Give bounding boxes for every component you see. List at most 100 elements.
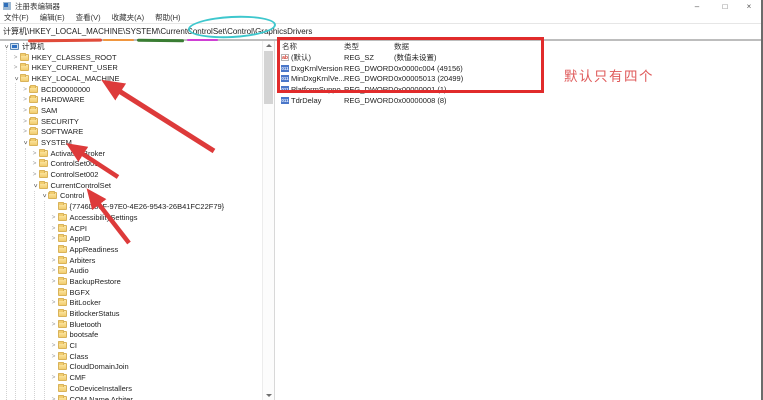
menu-item-0[interactable]: 文件(F) <box>4 12 29 23</box>
tree-item-control[interactable]: >Control <box>0 191 262 202</box>
tree-item-class[interactable]: >Class <box>0 351 262 362</box>
menu-item-3[interactable]: 收藏夹(A) <box>112 12 145 23</box>
menu-item-1[interactable]: 编辑(E) <box>40 12 65 23</box>
dword-value-icon: 011 <box>281 97 289 104</box>
chevron-right-icon[interactable]: > <box>50 214 58 221</box>
folder-icon <box>39 150 48 157</box>
tree-item-controlset001[interactable]: >ControlSet001 <box>0 159 262 170</box>
chevron-down-icon[interactable]: > <box>31 181 38 189</box>
chevron-right-icon[interactable]: > <box>50 396 58 400</box>
chevron-right-icon[interactable]: > <box>31 171 39 178</box>
tree-item-arbiters[interactable]: >Arbiters <box>0 255 262 266</box>
tree-item-system[interactable]: >SYSTEM <box>0 137 262 148</box>
value-name: TdrDelay <box>291 96 321 105</box>
value-row-item-0[interactable]: ab(默认)REG_SZ(数值未设置) <box>275 52 761 63</box>
tree-item-bcd00000000[interactable]: >BCD00000000 <box>0 84 262 95</box>
tree-item-bitlockerstatus[interactable]: >BitlockerStatus <box>0 308 262 319</box>
tree-item-controlset002[interactable]: >ControlSet002 <box>0 169 262 180</box>
chevron-right-icon[interactable]: > <box>50 374 58 381</box>
scroll-down-icon[interactable] <box>263 391 274 400</box>
tree-item-7746d80f-97e0-4e26-9543-26b41fc22f79[interactable]: >{7746D80F-97E0-4E26-9543-26B41FC22F79} <box>0 201 262 212</box>
scroll-up-icon[interactable] <box>263 41 274 50</box>
chevron-down-icon[interactable]: > <box>22 139 29 147</box>
tree-item-bluetooth[interactable]: >Bluetooth <box>0 319 262 330</box>
value-name: MinDxgKrnlVe... <box>291 74 344 83</box>
chevron-down-icon[interactable]: > <box>3 42 10 50</box>
tree-item-item-0[interactable]: >计算机 <box>0 41 262 52</box>
tree-item-codeviceinstallers[interactable]: >CoDeviceInstallers <box>0 383 262 394</box>
folder-icon <box>29 128 38 135</box>
folder-icon <box>29 96 38 103</box>
value-name-cell: ab(默认) <box>275 52 344 63</box>
chevron-right-icon[interactable]: > <box>50 257 58 264</box>
tree-item-currentcontrolset[interactable]: > CurrentControlSet <box>0 180 262 191</box>
tree-item-bootsafe[interactable]: >bootsafe <box>0 330 262 341</box>
tree-item-bgfx[interactable]: >BGFX <box>0 287 262 298</box>
folder-icon <box>58 374 67 381</box>
tree-item-label: CurrentControlSet <box>51 181 111 190</box>
tree-item-activationbroker[interactable]: >ActivationBroker <box>0 148 262 159</box>
minimize-button[interactable]: – <box>692 1 702 12</box>
value-row-mindxgkrnlve[interactable]: 011MinDxgKrnlVe...REG_DWORD0x00005013 (2… <box>275 73 761 84</box>
value-row-dxgkrnlversion[interactable]: 011DxgKrnlVersionREG_DWORD0x0000c004 (49… <box>275 63 761 74</box>
chevron-right-icon[interactable]: > <box>21 128 29 135</box>
address-path[interactable]: 计算机\HKEY_LOCAL_MACHINE\SYSTEM\CurrentCon… <box>3 26 312 37</box>
tree-item-cmf[interactable]: > CMF <box>0 372 262 383</box>
tree-item-clouddomainjoin[interactable]: >CloudDomainJoin <box>0 362 262 373</box>
tree-item-backuprestore[interactable]: >BackupRestore <box>0 276 262 287</box>
chevron-right-icon[interactable]: > <box>31 150 39 157</box>
tree-guide-line <box>6 49 7 400</box>
tree-item-bitlocker[interactable]: >BitLocker <box>0 298 262 309</box>
chevron-down-icon[interactable]: > <box>41 192 48 200</box>
chevron-down-icon[interactable]: > <box>12 74 19 82</box>
chevron-right-icon[interactable]: > <box>50 267 58 274</box>
dword-value-icon: 011 <box>281 75 289 82</box>
column-header-name[interactable]: 名称 <box>275 41 344 52</box>
maximize-button[interactable]: □ <box>720 1 730 12</box>
chevron-right-icon[interactable]: > <box>12 54 20 61</box>
tree-item-security[interactable]: >SECURITY <box>0 116 262 127</box>
dword-value-icon: 011 <box>281 65 289 72</box>
tree-item-label: AppReadiness <box>70 245 119 254</box>
chevron-right-icon[interactable]: > <box>12 64 20 71</box>
chevron-right-icon[interactable]: > <box>21 107 29 114</box>
chevron-right-icon[interactable]: > <box>31 160 39 167</box>
tree-scrollbar[interactable] <box>262 41 275 400</box>
chevron-right-icon[interactable]: > <box>50 278 58 285</box>
chevron-right-icon[interactable]: > <box>50 353 58 360</box>
chevron-right-icon[interactable]: > <box>21 118 29 125</box>
menu-item-4[interactable]: 帮助(H) <box>155 12 180 23</box>
tree-item-hardware[interactable]: >HARDWARE <box>0 94 262 105</box>
close-button[interactable]: × <box>744 1 754 12</box>
tree-item-appid[interactable]: >AppID <box>0 233 262 244</box>
tree-item-software[interactable]: >SOFTWARE <box>0 127 262 138</box>
tree-item-acpi[interactable]: >ACPI <box>0 223 262 234</box>
folder-icon <box>39 160 48 167</box>
chevron-right-icon[interactable]: > <box>50 321 58 328</box>
tree-item-appreadiness[interactable]: >AppReadiness <box>0 244 262 255</box>
tree-item-label: CMF <box>70 373 86 382</box>
tree-item-sam[interactable]: >SAM <box>0 105 262 116</box>
chevron-right-icon[interactable]: > <box>50 235 58 242</box>
tree-item-label: AccessibilitySettings <box>70 213 138 222</box>
tree-item-accessibilitysettings[interactable]: > AccessibilitySettings <box>0 212 262 223</box>
tree-item-hkey-classes-root[interactable]: >HKEY_CLASSES_ROOT <box>0 52 262 63</box>
chevron-right-icon[interactable]: > <box>50 225 58 232</box>
tree-item-audio[interactable]: >Audio <box>0 265 262 276</box>
chevron-right-icon[interactable]: > <box>50 342 58 349</box>
tree-item-ci[interactable]: >CI <box>0 340 262 351</box>
column-header-data[interactable]: 数据 <box>394 41 761 52</box>
column-header-type[interactable]: 类型 <box>344 41 394 52</box>
tree-item-hkey-local-machine[interactable]: >HKEY_LOCAL_MACHINE <box>0 73 262 84</box>
tree-item-hkey-current-user[interactable]: >HKEY_CURRENT_USER <box>0 62 262 73</box>
menu-item-2[interactable]: 查看(V) <box>76 12 101 23</box>
address-bar[interactable]: 计算机\HKEY_LOCAL_MACHINE\SYSTEM\CurrentCon… <box>0 23 761 41</box>
chevron-right-icon[interactable]: > <box>50 299 58 306</box>
chevron-right-icon[interactable]: > <box>21 86 29 93</box>
chevron-right-icon[interactable]: > <box>21 96 29 103</box>
value-row-platformsuppo[interactable]: 011PlatformSuppo...REG_DWORD0x00000001 (… <box>275 84 761 95</box>
tree-item-com-name-arbiter[interactable]: >COM Name Arbiter <box>0 394 262 400</box>
value-row-tdrdelay[interactable]: 011TdrDelayREG_DWORD0x00000008 (8) <box>275 95 761 106</box>
computer-icon <box>10 43 19 50</box>
scrollbar-thumb[interactable] <box>264 51 273 104</box>
